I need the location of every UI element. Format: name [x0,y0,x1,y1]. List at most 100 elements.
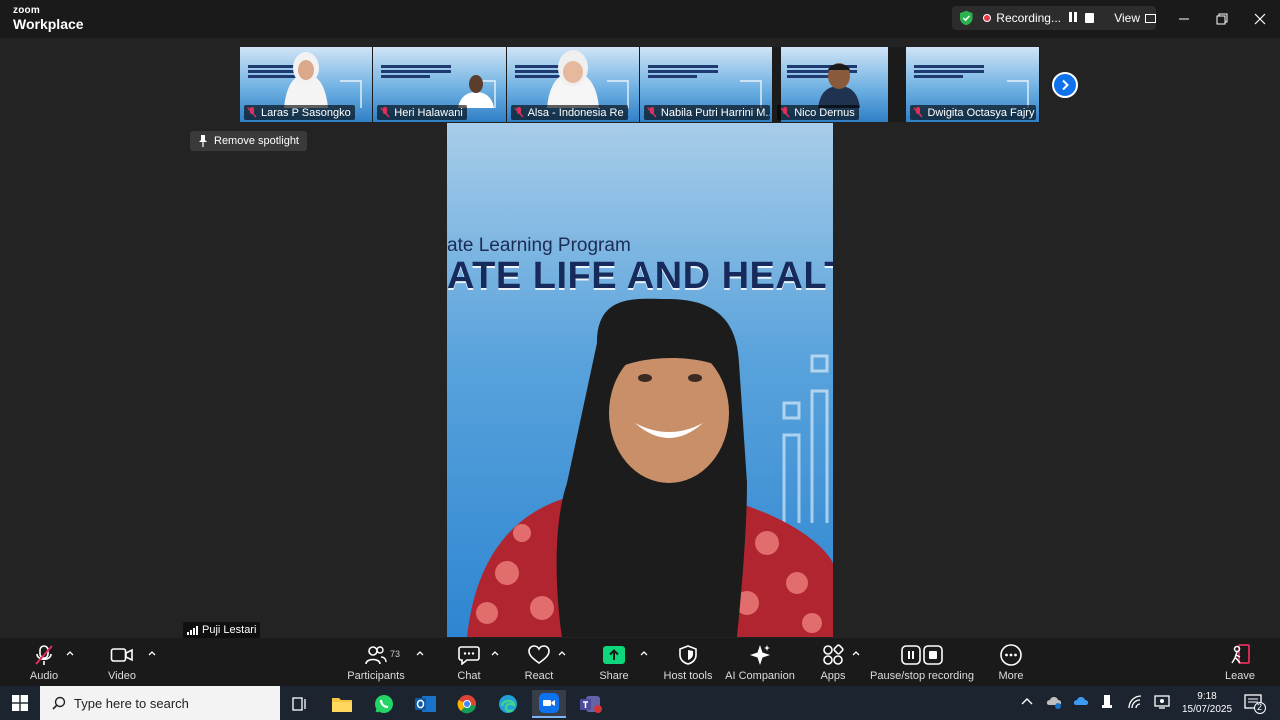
pause-recording-button[interactable] [1067,12,1079,24]
apps-label: Apps [820,670,846,682]
restore-button[interactable] [1213,10,1231,28]
chat-icon [458,646,480,665]
participant-video [458,75,495,108]
leave-icon [1231,644,1250,664]
participant-name-tag: Dwigita Octasya Fajry [910,105,1037,120]
pause-stop-recording-button[interactable]: Pause/stop recording [870,643,974,685]
participant-thumbnails: Laras P Sasongko Heri Halawani Alsa - In… [240,47,1040,122]
leave-button[interactable]: Leave [1222,643,1258,685]
taskbar-teams[interactable] [574,690,608,718]
apps-button[interactable]: Apps [814,643,852,685]
active-speaker-name: Puji Lestari [202,624,257,636]
participant-name-tag: Heri Halawani [377,105,467,120]
taskbar-outlook[interactable] [409,690,443,718]
share-label: Share [599,670,629,682]
show-hidden-icons-chevron-icon[interactable] [1020,695,1034,709]
usb-device-icon[interactable] [1101,695,1113,711]
video-label: Video [108,670,136,682]
chevron-right-icon [1062,79,1069,91]
participant-name: Nico Dernus [794,106,855,119]
participant-thumbnail[interactable]: Nabila Putri Harrini M... [639,47,774,122]
onedrive-sync-icon[interactable] [1046,695,1062,709]
logo-zoom: zoom [13,5,40,16]
host-tools-button[interactable]: Host tools [664,643,712,685]
pin-icon [199,135,207,147]
taskbar-edge[interactable] [491,690,525,718]
taskbar-whatsapp[interactable] [367,690,401,718]
share-button[interactable]: Share [596,643,632,685]
active-speaker-tag: Puji Lestari [183,622,261,638]
participant-thumbnail[interactable]: Dwigita Octasya Fajry [906,47,1040,122]
muted-mic-icon [647,107,657,118]
audio-button[interactable]: Audio [24,643,64,685]
video-camera-icon [110,648,133,662]
heart-icon [528,645,550,664]
stop-recording-icon [923,645,943,665]
participant-name-tag: Laras P Sasongko [244,105,355,120]
search-icon [52,696,66,710]
speaker-video-figure [467,298,833,637]
taskbar-search-box[interactable]: Type here to search [40,686,280,720]
ai-companion-button[interactable]: AI Companion [725,643,795,685]
remove-spotlight-button[interactable]: Remove spotlight [190,131,307,151]
muted-mic-icon [913,107,924,118]
taskbar-zoom[interactable] [532,690,566,718]
next-page-button[interactable] [1052,72,1078,98]
participant-thumbnail[interactable]: Heri Halawani [373,47,507,122]
muted-microphone-icon [35,645,53,665]
video-options-caret-icon[interactable] [148,650,156,656]
task-view-button[interactable] [283,690,317,718]
clock-date: 15/07/2025 [1181,704,1233,715]
view-button[interactable]: View [1114,11,1157,25]
ai-companion-label: AI Companion [725,670,795,682]
taskbar-file-explorer[interactable] [325,690,359,718]
notification-center-button[interactable]: 2 [1244,694,1266,719]
participant-video [284,52,329,108]
apps-options-caret-icon[interactable] [852,650,860,656]
search-placeholder: Type here to search [74,695,189,711]
audio-options-caret-icon[interactable] [66,650,74,656]
share-options-caret-icon[interactable] [640,650,648,656]
participant-video [546,50,599,108]
whatsapp-icon [375,695,393,713]
more-button[interactable]: More [992,643,1030,685]
more-label: More [998,670,1024,682]
react-button[interactable]: React [520,643,558,685]
remove-spotlight-label: Remove spotlight [214,135,299,147]
sparkle-icon [750,645,770,665]
video-button[interactable]: Video [102,643,142,685]
system-clock[interactable]: 9:18 15/07/2025 [1176,690,1238,716]
host-tools-label: Host tools [663,670,713,682]
participant-thumbnail[interactable]: Laras P Sasongko [240,47,374,122]
spotlight-video[interactable]: ate Learning Program ATE LIFE AND HEALT [447,123,833,637]
share-screen-icon [603,646,625,664]
task-view-icon [292,697,306,711]
participant-thumbnail[interactable]: Nico Dernus [773,47,907,122]
windows-start-icon[interactable] [12,695,28,711]
security-shield-icon[interactable] [959,10,973,26]
recording-label: Recording... [996,11,1061,25]
onedrive-icon[interactable] [1073,695,1089,707]
windows-taskbar: Type here to search 9:18 15/07/2025 2 [0,686,1280,720]
wifi-icon[interactable] [1127,695,1143,709]
apps-icon [823,644,844,665]
display-icon[interactable] [1154,695,1170,709]
close-button[interactable] [1251,10,1269,28]
chat-label: Chat [457,670,481,682]
participant-name: Heri Halawani [394,106,463,119]
notification-icon [1244,694,1266,714]
participant-thumbnail[interactable]: Alsa - Indonesia Re [506,47,640,122]
stop-recording-button[interactable] [1084,13,1095,23]
teams-icon [580,696,602,713]
chat-options-caret-icon[interactable] [491,650,499,656]
participants-options-caret-icon[interactable] [416,650,424,656]
taskbar-chrome[interactable] [450,690,484,718]
folder-icon [332,698,352,712]
react-options-caret-icon[interactable] [558,650,566,656]
logo-workplace: Workplace [13,16,84,32]
title-bar: zoom Workplace Recording... View [0,0,1280,38]
participant-name: Laras P Sasongko [261,106,351,119]
participant-name-tag: Nico Dernus [777,105,859,120]
chat-button[interactable]: Chat [450,643,488,685]
minimize-button[interactable] [1175,10,1193,28]
